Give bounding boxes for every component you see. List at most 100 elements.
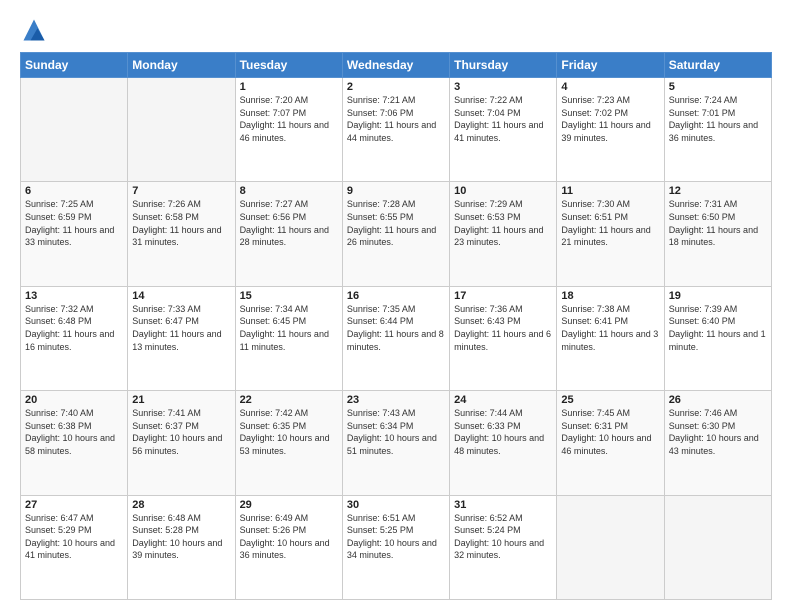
- calendar-cell: 1 Sunrise: 7:20 AM Sunset: 7:07 PM Dayli…: [235, 78, 342, 182]
- calendar-cell: [557, 495, 664, 599]
- header: [20, 16, 772, 44]
- calendar-cell: 26 Sunrise: 7:46 AM Sunset: 6:30 PM Dayl…: [664, 391, 771, 495]
- day-number: 13: [25, 290, 123, 302]
- day-info: Sunrise: 7:20 AM Sunset: 7:07 PM Dayligh…: [240, 94, 338, 144]
- calendar-cell: 28 Sunrise: 6:48 AM Sunset: 5:28 PM Dayl…: [128, 495, 235, 599]
- calendar-week-4: 20 Sunrise: 7:40 AM Sunset: 6:38 PM Dayl…: [21, 391, 772, 495]
- day-info: Sunrise: 7:35 AM Sunset: 6:44 PM Dayligh…: [347, 303, 445, 353]
- day-info: Sunrise: 7:44 AM Sunset: 6:33 PM Dayligh…: [454, 407, 552, 457]
- calendar-cell: 23 Sunrise: 7:43 AM Sunset: 6:34 PM Dayl…: [342, 391, 449, 495]
- day-info: Sunrise: 7:25 AM Sunset: 6:59 PM Dayligh…: [25, 198, 123, 248]
- day-number: 21: [132, 394, 230, 406]
- calendar-cell: 29 Sunrise: 6:49 AM Sunset: 5:26 PM Dayl…: [235, 495, 342, 599]
- calendar-table: SundayMondayTuesdayWednesdayThursdayFrid…: [20, 52, 772, 600]
- day-info: Sunrise: 7:38 AM Sunset: 6:41 PM Dayligh…: [561, 303, 659, 353]
- calendar-cell: 22 Sunrise: 7:42 AM Sunset: 6:35 PM Dayl…: [235, 391, 342, 495]
- day-info: Sunrise: 7:33 AM Sunset: 6:47 PM Dayligh…: [132, 303, 230, 353]
- day-number: 22: [240, 394, 338, 406]
- day-number: 27: [25, 499, 123, 511]
- day-info: Sunrise: 7:34 AM Sunset: 6:45 PM Dayligh…: [240, 303, 338, 353]
- day-info: Sunrise: 7:24 AM Sunset: 7:01 PM Dayligh…: [669, 94, 767, 144]
- day-number: 2: [347, 81, 445, 93]
- weekday-header-friday: Friday: [557, 53, 664, 78]
- calendar-cell: 17 Sunrise: 7:36 AM Sunset: 6:43 PM Dayl…: [450, 286, 557, 390]
- day-info: Sunrise: 7:29 AM Sunset: 6:53 PM Dayligh…: [454, 198, 552, 248]
- day-number: 24: [454, 394, 552, 406]
- weekday-header-wednesday: Wednesday: [342, 53, 449, 78]
- day-number: 3: [454, 81, 552, 93]
- day-number: 20: [25, 394, 123, 406]
- weekday-header-row: SundayMondayTuesdayWednesdayThursdayFrid…: [21, 53, 772, 78]
- day-info: Sunrise: 7:43 AM Sunset: 6:34 PM Dayligh…: [347, 407, 445, 457]
- day-number: 23: [347, 394, 445, 406]
- day-number: 14: [132, 290, 230, 302]
- day-info: Sunrise: 7:42 AM Sunset: 6:35 PM Dayligh…: [240, 407, 338, 457]
- day-number: 26: [669, 394, 767, 406]
- day-info: Sunrise: 6:47 AM Sunset: 5:29 PM Dayligh…: [25, 512, 123, 562]
- calendar-week-1: 1 Sunrise: 7:20 AM Sunset: 7:07 PM Dayli…: [21, 78, 772, 182]
- calendar-cell: 20 Sunrise: 7:40 AM Sunset: 6:38 PM Dayl…: [21, 391, 128, 495]
- calendar-week-5: 27 Sunrise: 6:47 AM Sunset: 5:29 PM Dayl…: [21, 495, 772, 599]
- calendar-cell: 15 Sunrise: 7:34 AM Sunset: 6:45 PM Dayl…: [235, 286, 342, 390]
- day-info: Sunrise: 7:30 AM Sunset: 6:51 PM Dayligh…: [561, 198, 659, 248]
- day-info: Sunrise: 7:41 AM Sunset: 6:37 PM Dayligh…: [132, 407, 230, 457]
- day-info: Sunrise: 7:31 AM Sunset: 6:50 PM Dayligh…: [669, 198, 767, 248]
- calendar-cell: 9 Sunrise: 7:28 AM Sunset: 6:55 PM Dayli…: [342, 182, 449, 286]
- day-info: Sunrise: 6:51 AM Sunset: 5:25 PM Dayligh…: [347, 512, 445, 562]
- day-info: Sunrise: 7:28 AM Sunset: 6:55 PM Dayligh…: [347, 198, 445, 248]
- calendar-cell: 12 Sunrise: 7:31 AM Sunset: 6:50 PM Dayl…: [664, 182, 771, 286]
- calendar-week-2: 6 Sunrise: 7:25 AM Sunset: 6:59 PM Dayli…: [21, 182, 772, 286]
- day-info: Sunrise: 7:27 AM Sunset: 6:56 PM Dayligh…: [240, 198, 338, 248]
- calendar-week-3: 13 Sunrise: 7:32 AM Sunset: 6:48 PM Dayl…: [21, 286, 772, 390]
- calendar-cell: 25 Sunrise: 7:45 AM Sunset: 6:31 PM Dayl…: [557, 391, 664, 495]
- calendar-cell: 5 Sunrise: 7:24 AM Sunset: 7:01 PM Dayli…: [664, 78, 771, 182]
- day-number: 12: [669, 185, 767, 197]
- calendar-cell: 30 Sunrise: 6:51 AM Sunset: 5:25 PM Dayl…: [342, 495, 449, 599]
- calendar-cell: 27 Sunrise: 6:47 AM Sunset: 5:29 PM Dayl…: [21, 495, 128, 599]
- logo: [20, 16, 52, 44]
- page: SundayMondayTuesdayWednesdayThursdayFrid…: [0, 0, 792, 612]
- calendar-cell: 13 Sunrise: 7:32 AM Sunset: 6:48 PM Dayl…: [21, 286, 128, 390]
- day-info: Sunrise: 7:46 AM Sunset: 6:30 PM Dayligh…: [669, 407, 767, 457]
- calendar-cell: 31 Sunrise: 6:52 AM Sunset: 5:24 PM Dayl…: [450, 495, 557, 599]
- day-info: Sunrise: 7:32 AM Sunset: 6:48 PM Dayligh…: [25, 303, 123, 353]
- calendar-cell: 16 Sunrise: 7:35 AM Sunset: 6:44 PM Dayl…: [342, 286, 449, 390]
- day-number: 6: [25, 185, 123, 197]
- day-number: 28: [132, 499, 230, 511]
- calendar-cell: 10 Sunrise: 7:29 AM Sunset: 6:53 PM Dayl…: [450, 182, 557, 286]
- calendar-cell: 14 Sunrise: 7:33 AM Sunset: 6:47 PM Dayl…: [128, 286, 235, 390]
- day-number: 17: [454, 290, 552, 302]
- calendar-cell: [21, 78, 128, 182]
- day-number: 25: [561, 394, 659, 406]
- day-info: Sunrise: 7:39 AM Sunset: 6:40 PM Dayligh…: [669, 303, 767, 353]
- day-number: 8: [240, 185, 338, 197]
- calendar-cell: 11 Sunrise: 7:30 AM Sunset: 6:51 PM Dayl…: [557, 182, 664, 286]
- day-number: 30: [347, 499, 445, 511]
- day-info: Sunrise: 6:49 AM Sunset: 5:26 PM Dayligh…: [240, 512, 338, 562]
- day-info: Sunrise: 7:45 AM Sunset: 6:31 PM Dayligh…: [561, 407, 659, 457]
- day-number: 19: [669, 290, 767, 302]
- day-info: Sunrise: 6:48 AM Sunset: 5:28 PM Dayligh…: [132, 512, 230, 562]
- weekday-header-saturday: Saturday: [664, 53, 771, 78]
- day-info: Sunrise: 7:40 AM Sunset: 6:38 PM Dayligh…: [25, 407, 123, 457]
- calendar-cell: 4 Sunrise: 7:23 AM Sunset: 7:02 PM Dayli…: [557, 78, 664, 182]
- calendar-cell: 8 Sunrise: 7:27 AM Sunset: 6:56 PM Dayli…: [235, 182, 342, 286]
- calendar-cell: 18 Sunrise: 7:38 AM Sunset: 6:41 PM Dayl…: [557, 286, 664, 390]
- day-number: 11: [561, 185, 659, 197]
- logo-icon: [20, 16, 48, 44]
- day-number: 5: [669, 81, 767, 93]
- weekday-header-sunday: Sunday: [21, 53, 128, 78]
- day-info: Sunrise: 6:52 AM Sunset: 5:24 PM Dayligh…: [454, 512, 552, 562]
- day-info: Sunrise: 7:21 AM Sunset: 7:06 PM Dayligh…: [347, 94, 445, 144]
- weekday-header-monday: Monday: [128, 53, 235, 78]
- calendar-cell: [664, 495, 771, 599]
- day-number: 16: [347, 290, 445, 302]
- day-number: 29: [240, 499, 338, 511]
- day-number: 1: [240, 81, 338, 93]
- day-number: 7: [132, 185, 230, 197]
- calendar-cell: 6 Sunrise: 7:25 AM Sunset: 6:59 PM Dayli…: [21, 182, 128, 286]
- calendar-cell: 7 Sunrise: 7:26 AM Sunset: 6:58 PM Dayli…: [128, 182, 235, 286]
- day-number: 31: [454, 499, 552, 511]
- calendar-cell: 3 Sunrise: 7:22 AM Sunset: 7:04 PM Dayli…: [450, 78, 557, 182]
- day-number: 9: [347, 185, 445, 197]
